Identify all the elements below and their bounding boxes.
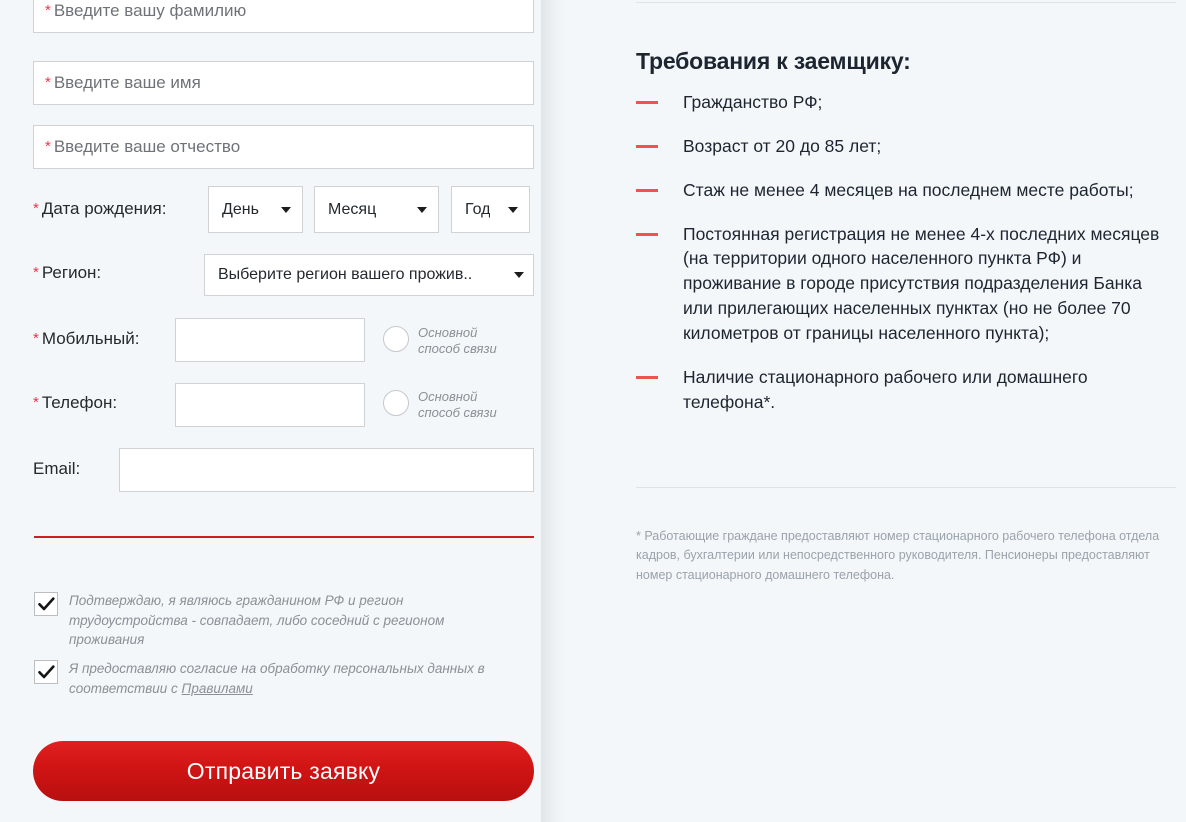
lastname-field[interactable]: * Введите вашу фамилию	[33, 0, 534, 33]
radio-unchecked-icon[interactable]	[383, 326, 409, 352]
required-asterisk-icon: *	[45, 74, 51, 91]
lastname-placeholder: * Введите вашу фамилию	[45, 0, 247, 20]
required-asterisk-icon: *	[33, 394, 39, 411]
requirement-item: Стаж не менее 4 месяцев на последнем мес…	[636, 178, 1171, 203]
required-asterisk-icon: *	[45, 1, 51, 19]
mobile-input[interactable]	[175, 318, 365, 362]
chevron-down-icon	[508, 206, 518, 213]
mobile-primary-contact-label: Основной способ связи	[418, 325, 497, 357]
requirement-text: Наличие стационарного рабочего или домаш…	[683, 366, 1088, 412]
birthdate-day-value: День	[222, 200, 259, 218]
page-root: * Введите вашу фамилию * Введите ваше имя …	[0, 0, 1186, 822]
birthdate-month-select[interactable]: Месяц	[314, 186, 439, 233]
consent-citizenship-checkbox[interactable]	[34, 592, 58, 616]
requirement-text: Постоянная регистрация не менее 4-х посл…	[683, 223, 1160, 343]
required-asterisk-icon: *	[33, 330, 39, 347]
phone-label: * Телефон:	[33, 393, 118, 412]
consent-personal-data-label: Я предоставляю согласие на обработку пер…	[69, 659, 504, 698]
chevron-down-icon	[514, 272, 524, 278]
region-select[interactable]: Выберите регион вашего прожив..	[204, 254, 534, 296]
submit-application-button[interactable]: Отправить заявку	[33, 741, 534, 801]
requirement-text: Гражданство РФ;	[683, 92, 823, 112]
middlename-field[interactable]: * Введите ваше отчество	[33, 125, 534, 169]
requirement-text: Возраст от 20 до 85 лет;	[683, 135, 882, 156]
firstname-field[interactable]: * Введите ваше имя	[33, 61, 534, 105]
requirement-item: Гражданство РФ;	[636, 90, 1171, 115]
phone-primary-contact-radio[interactable]: Основной способ связи	[383, 389, 520, 422]
consent-citizenship-label: Подтверждаю, я являюсь гражданином РФ и …	[69, 593, 445, 648]
requirement-item: Наличие стационарного рабочего или домаш…	[636, 365, 1171, 415]
region-label: * Регион:	[33, 263, 102, 282]
birthdate-day-select[interactable]: День	[208, 186, 303, 233]
mobile-primary-contact-radio[interactable]: Основной способ связи	[383, 325, 520, 358]
rules-link[interactable]: Правилами	[182, 681, 253, 696]
required-asterisk-icon: *	[33, 200, 39, 217]
pane-divider	[541, 0, 567, 822]
radio-unchecked-icon[interactable]	[383, 390, 409, 416]
birthdate-month-value: Месяц	[328, 200, 377, 218]
requirements-top-divider	[636, 2, 1176, 3]
required-asterisk-icon: *	[45, 138, 51, 155]
requirements-title: Требования к заемщику:	[636, 48, 911, 74]
dash-bullet-icon	[636, 188, 658, 192]
requirements-bottom-divider	[636, 487, 1176, 488]
requirements-footnote: * Работающие граждане предоставляют номе…	[636, 529, 1160, 582]
dash-bullet-icon	[636, 144, 658, 148]
requirement-item: Возраст от 20 до 85 лет;	[636, 134, 1171, 159]
requirements-pane: Требования к заемщику: Гражданство РФ; В…	[567, 0, 1186, 822]
consent-citizenship-row[interactable]: Подтверждаю, я являюсь гражданином РФ и …	[34, 591, 504, 650]
email-label: Email:	[33, 459, 81, 478]
dash-bullet-icon	[636, 101, 658, 104]
requirements-list: Гражданство РФ; Возраст от 20 до 85 лет;…	[636, 90, 1171, 433]
application-form-pane: * Введите вашу фамилию * Введите ваше имя …	[0, 0, 541, 822]
chevron-down-icon	[417, 206, 427, 213]
consent-personal-data-text: Я предоставляю согласие на обработку пер…	[69, 661, 485, 696]
chevron-down-icon	[281, 206, 291, 213]
birthdate-year-select[interactable]: Год	[451, 186, 530, 233]
consent-personal-data-checkbox[interactable]	[34, 660, 58, 684]
required-asterisk-icon: *	[33, 264, 39, 281]
phone-input[interactable]	[175, 383, 365, 427]
phone-primary-contact-label: Основной способ связи	[418, 389, 497, 421]
consent-personal-data-row[interactable]: Я предоставляю согласие на обработку пер…	[34, 659, 504, 698]
mobile-label: * Мобильный:	[33, 329, 140, 348]
firstname-placeholder: * Введите ваше имя	[45, 73, 201, 92]
form-divider	[34, 536, 534, 538]
region-select-value: Выберите регион вашего прожив..	[218, 266, 473, 283]
email-input[interactable]	[119, 448, 534, 492]
middlename-placeholder: * Введите ваше отчество	[45, 137, 241, 156]
birthdate-label: * Дата рождения:	[33, 199, 167, 218]
requirement-item: Постоянная регистрация не менее 4-х посл…	[636, 222, 1171, 346]
dash-bullet-icon	[636, 232, 658, 236]
birthdate-year-value: Год	[465, 200, 491, 218]
dash-bullet-icon	[636, 375, 658, 379]
requirement-text: Стаж не менее 4 месяцев на последнем мес…	[683, 179, 1134, 200]
